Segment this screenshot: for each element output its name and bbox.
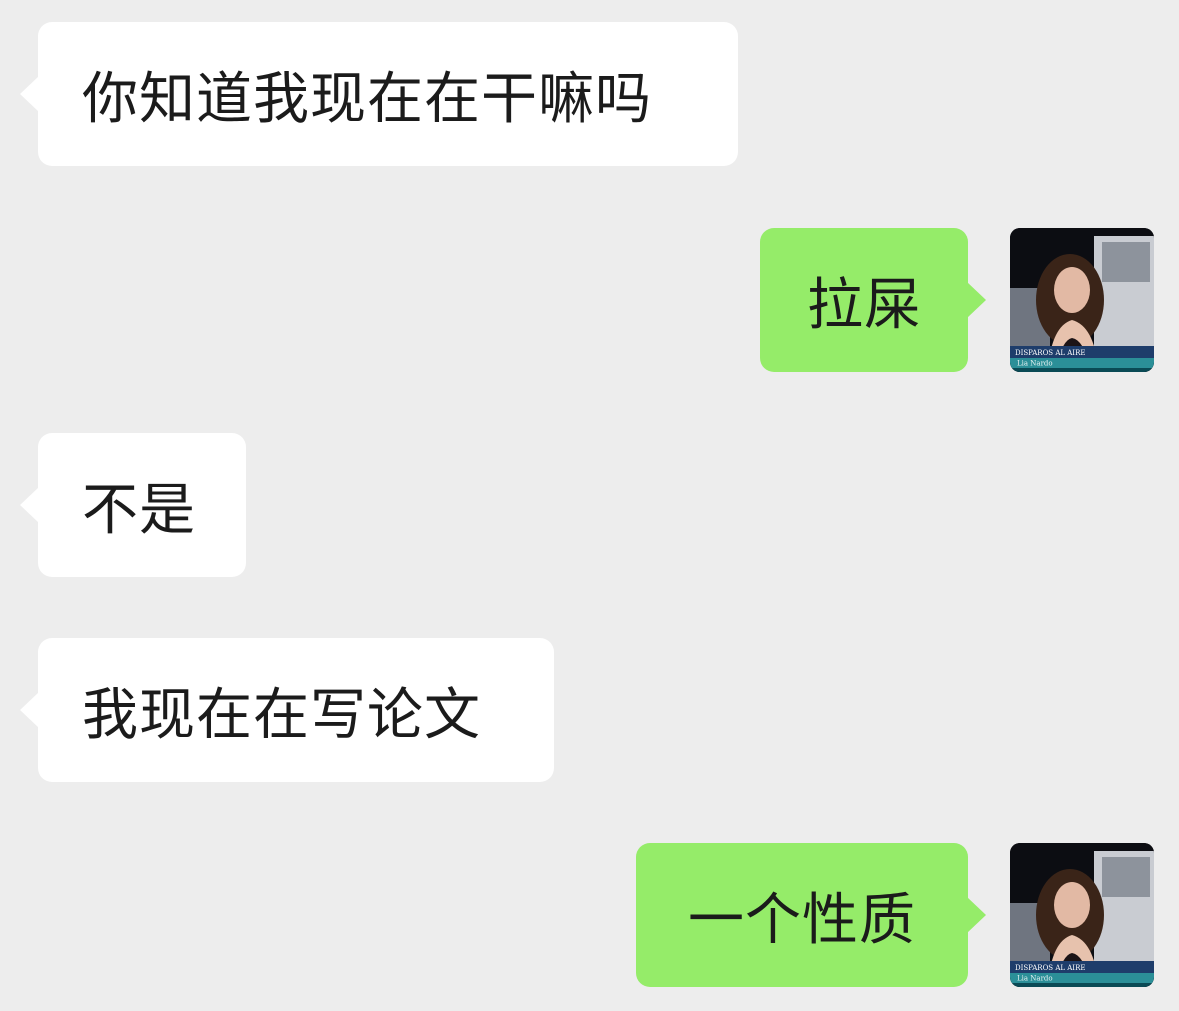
message-text: 你知道我现在在干嘛吗 [82, 66, 652, 132]
message-text: 一个性质 [688, 887, 916, 953]
incoming-message-bubble[interactable]: 你知道我现在在干嘛吗 [20, 22, 738, 166]
avatar[interactable]: DISPAROS AL AIRE Lia Nardo [1010, 843, 1154, 987]
bubble-tail [967, 897, 986, 933]
bubble-tail [20, 487, 39, 523]
caption-name: Lia Nardo [1017, 975, 1053, 983]
incoming-message-bubble[interactable]: 我现在在写论文 [20, 638, 554, 782]
avatar[interactable]: DISPAROS AL AIRE Lia Nardo [1010, 228, 1154, 372]
caption-title: DISPAROS AL AIRE [1015, 349, 1085, 357]
avatar-photo: DISPAROS AL AIRE Lia Nardo [1010, 228, 1154, 372]
message-text: 拉屎 [807, 272, 921, 338]
bubble-tail [20, 76, 39, 112]
bubble-tail [20, 692, 39, 728]
outgoing-message-bubble[interactable]: 一个性质 [636, 843, 986, 987]
incoming-message-bubble[interactable]: 不是 [20, 433, 246, 577]
outgoing-message-bubble[interactable]: 拉屎 [760, 228, 986, 372]
message-text: 我现在在写论文 [82, 682, 481, 748]
bubble-tail [967, 282, 986, 318]
message-text: 不是 [82, 477, 196, 543]
avatar-photo: DISPAROS AL AIRE Lia Nardo [1010, 843, 1154, 987]
caption-name: Lia Nardo [1017, 360, 1053, 368]
caption-title: DISPAROS AL AIRE [1015, 964, 1085, 972]
